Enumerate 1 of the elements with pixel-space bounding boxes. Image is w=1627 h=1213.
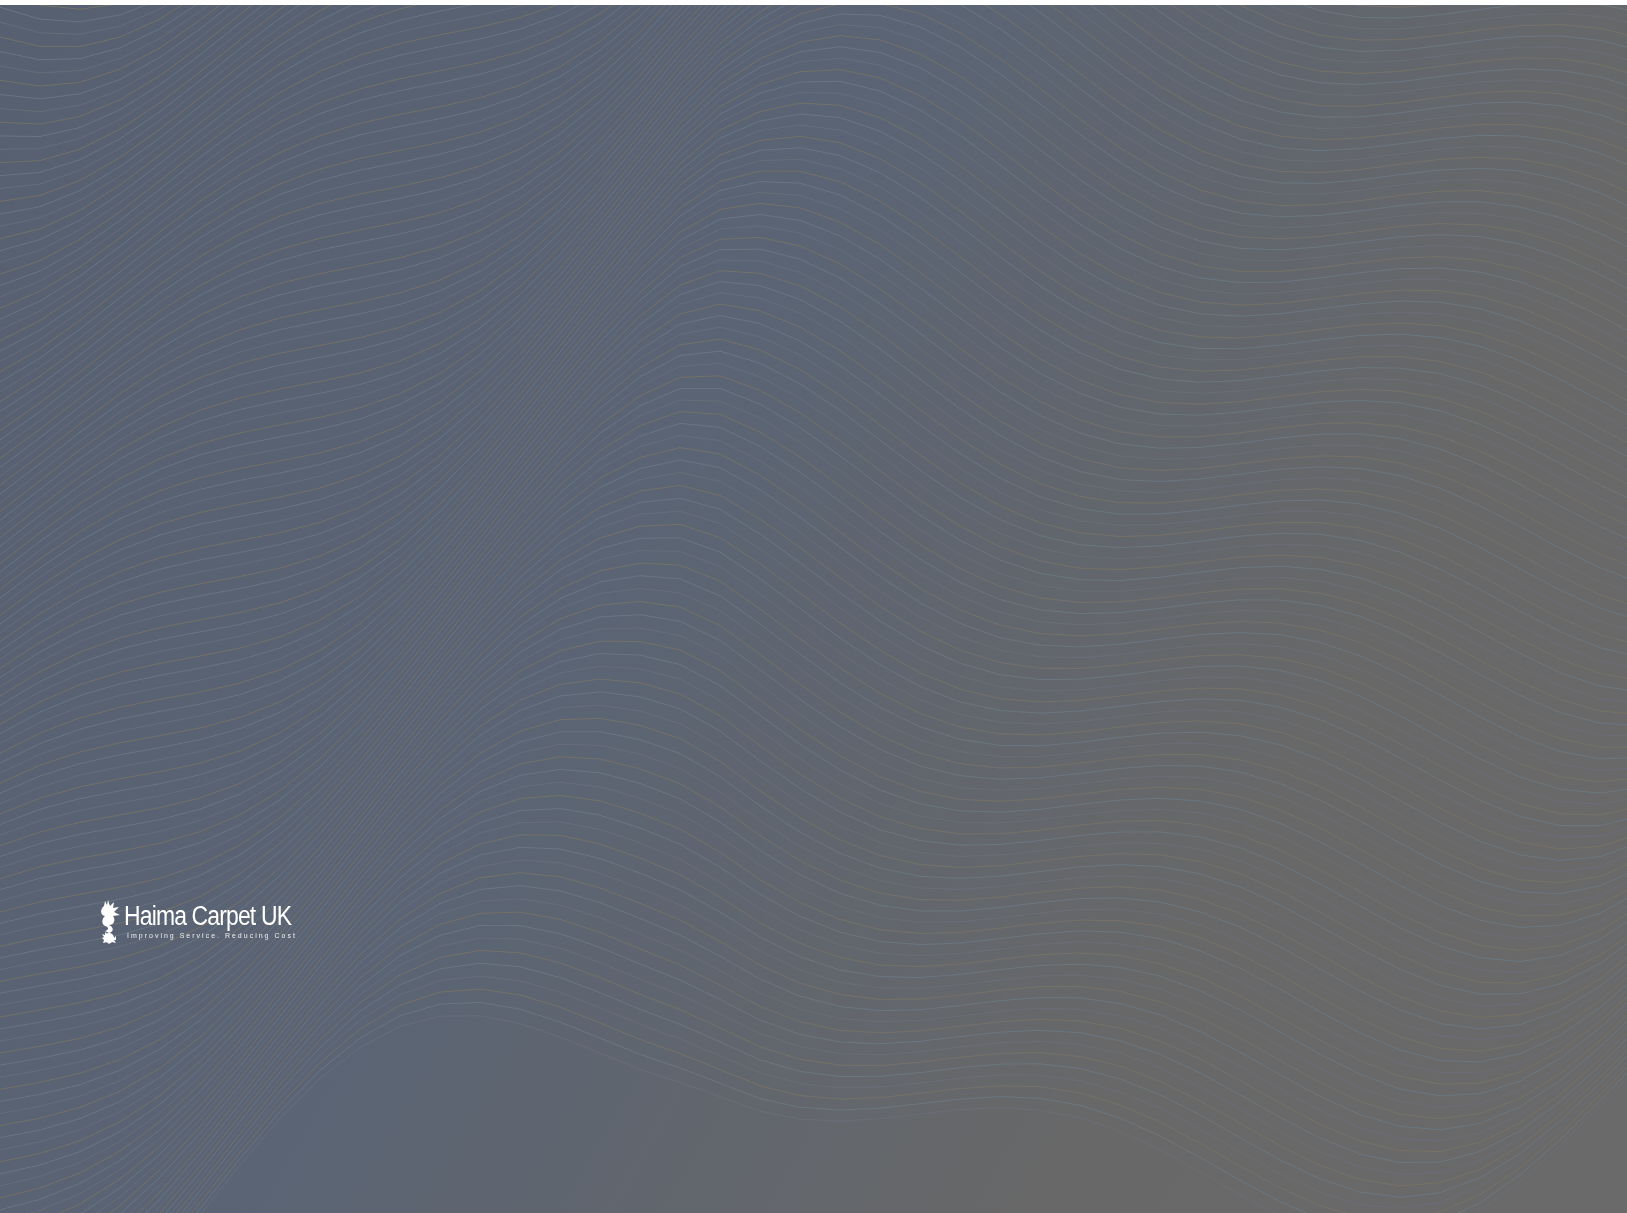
logo-name: Haima Carpet UK: [124, 901, 292, 931]
